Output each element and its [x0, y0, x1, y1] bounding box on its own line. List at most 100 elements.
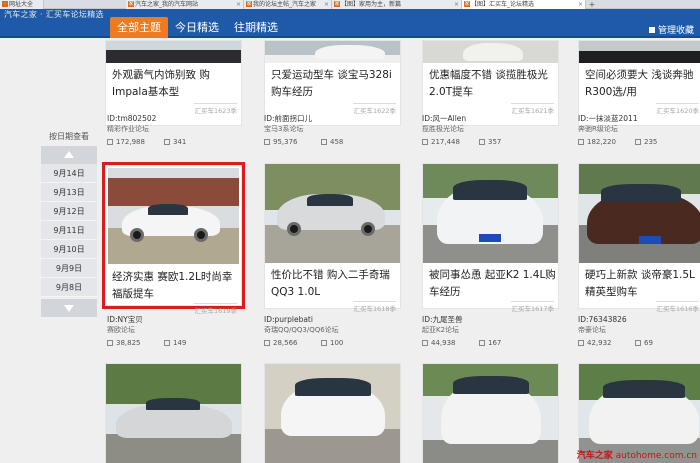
car-photo[interactable]: [265, 164, 400, 263]
favicon-icon: ·: [2, 1, 8, 7]
close-tab-icon[interactable]: ×: [324, 0, 329, 9]
car-photo[interactable]: [423, 41, 558, 63]
favicon-icon: 家: [128, 1, 134, 7]
favicon-icon: 家: [246, 1, 252, 7]
thread-title[interactable]: 被同事怂恿 起亚K2 1.4L购车经历: [429, 267, 557, 301]
thread-meta: ID:tm802502 精彩作业论坛 172,988 341: [107, 113, 244, 148]
thread-card[interactable]: [264, 363, 401, 463]
views-icon: [422, 340, 428, 346]
thread-card-selected[interactable]: 经济实惠 赛欧1.2L时尚幸福版提车 汇买车1619季: [102, 162, 245, 315]
close-tab-icon[interactable]: ×: [578, 0, 583, 9]
author-id[interactable]: ID:前面拐口儿: [264, 113, 401, 124]
thread-card[interactable]: 被同事怂恿 起亚K2 1.4L购车经历 汇买车1617季: [422, 163, 559, 313]
replies-count: 458: [330, 138, 344, 146]
browser-tab-title: 【图】家用为主，新篇: [341, 1, 402, 8]
car-photo[interactable]: [265, 41, 400, 63]
browser-tab[interactable]: 家我的论坛主帖_汽车之家 ×: [244, 0, 332, 9]
tab-all-topics[interactable]: 全部主题: [110, 17, 168, 38]
thread-stats: 28,566 100: [264, 337, 401, 349]
views-icon: [107, 139, 113, 145]
author-id[interactable]: ID:tm802502: [107, 113, 244, 124]
car-photo[interactable]: [265, 364, 400, 463]
author-id[interactable]: ID:purplebati: [264, 314, 401, 325]
car-photo[interactable]: [106, 41, 241, 63]
browser-tab-active[interactable]: 家【图】汇买车_论坛精选 ×: [462, 0, 586, 9]
thread-title[interactable]: 优惠幅度不错 谈揽胜极光2.0T提车: [429, 67, 557, 101]
browser-tab-title: 汽车之家_我的汽车网站: [135, 1, 199, 8]
author-id[interactable]: ID:NY宝贝: [107, 314, 244, 325]
forum-name[interactable]: 奔驰R级论坛: [578, 124, 698, 134]
favicon-icon: 家: [334, 1, 340, 7]
close-tab-icon[interactable]: ×: [454, 0, 459, 9]
views-icon: [264, 340, 270, 346]
season-tag: 汇买车1616季: [656, 301, 699, 313]
thread-card[interactable]: 性价比不错 购入二手奇瑞QQ3 1.0L 汇买车1618季: [264, 163, 401, 313]
new-tab-icon[interactable]: +: [586, 0, 598, 9]
car-photo[interactable]: [423, 164, 558, 263]
forum-name[interactable]: 奇瑞QQ/QQ3/QQ6论坛: [264, 325, 401, 335]
thread-stats: 95,376 458: [264, 136, 401, 148]
watermark-brand: 汽车之家: [576, 451, 613, 461]
views-count: 172,988: [116, 138, 145, 146]
thread-title[interactable]: 外观霸气内饰别致 购Impala基本型: [112, 67, 240, 101]
browser-tab[interactable]: · 网址大全: [0, 0, 44, 9]
views-count: 28,566: [273, 339, 298, 347]
forum-name[interactable]: 宝马3系论坛: [264, 124, 401, 134]
thread-title[interactable]: 只爱运动型车 谈宝马328i购车经历: [271, 67, 399, 101]
date-sidebar-title: 按日期查看: [49, 132, 89, 141]
favicon-icon: 家: [464, 1, 470, 7]
date-item[interactable]: 9月11日: [41, 221, 97, 240]
author-id[interactable]: ID:一抹淡蓝2011: [578, 113, 698, 124]
date-item[interactable]: 9月14日: [41, 164, 97, 183]
thread-title[interactable]: 经济实惠 赛欧1.2L时尚幸福版提车: [112, 269, 240, 303]
replies-icon: [164, 139, 170, 145]
forum-name[interactable]: 赛欧论坛: [107, 325, 244, 335]
thread-card[interactable]: [422, 363, 559, 463]
thread-card[interactable]: 硬巧上新款 谈帝豪1.5L精英型购车 汇买车1616季: [578, 163, 700, 313]
browser-tab[interactable]: 家汽车之家_我的汽车网站 ×: [126, 0, 244, 9]
thread-title[interactable]: 性价比不错 购入二手奇瑞QQ3 1.0L: [271, 267, 399, 301]
thread-meta: ID:九尾圣兽 起亚K2论坛 44,938 167: [422, 314, 559, 349]
replies-count: 167: [488, 339, 502, 347]
forum-name[interactable]: 起亚K2论坛: [422, 325, 559, 335]
car-photo[interactable]: [579, 41, 700, 63]
replies-count: 341: [173, 138, 187, 146]
date-item[interactable]: 9月9日: [41, 259, 97, 278]
author-id[interactable]: ID:76343826: [578, 314, 698, 325]
car-photo[interactable]: [108, 168, 239, 264]
car-photo[interactable]: [106, 364, 241, 463]
manage-label: 管理收藏: [657, 26, 694, 36]
thread-stats: 182,220 235: [578, 136, 698, 148]
tab-today-picks[interactable]: 今日精选: [170, 17, 224, 38]
views-count: 38,825: [116, 339, 141, 347]
replies-icon: [321, 139, 327, 145]
manage-favorites-button[interactable]: 管理收藏: [648, 23, 694, 36]
author-id[interactable]: ID:九尾圣兽: [422, 314, 559, 325]
page: { "browser_tabs": [ {"title": "网址大全", "a…: [0, 0, 700, 463]
date-item[interactable]: 9月10日: [41, 240, 97, 259]
thread-stats: 42,932 69: [578, 337, 698, 349]
scroll-down-button[interactable]: [41, 299, 97, 317]
thread-meta: ID:76343826 帝豪论坛 42,932 69: [578, 314, 698, 349]
date-item[interactable]: 9月8日: [41, 278, 97, 297]
scroll-up-button[interactable]: [41, 146, 97, 164]
browser-tab[interactable]: 家【图】家用为主，新篇 ×: [332, 0, 462, 9]
thread-title[interactable]: 空间必须要大 浅谈奔驰R300选/用: [585, 67, 700, 101]
forum-name[interactable]: 精彩作业论坛: [107, 124, 244, 134]
forum-name[interactable]: 揽胜极光论坛: [422, 124, 559, 134]
thread-title[interactable]: 硬巧上新款 谈帝豪1.5L精英型购车: [585, 267, 700, 301]
author-id[interactable]: ID:风一Allen: [422, 113, 559, 124]
thread-meta: ID:风一Allen 揽胜极光论坛 217,448 357: [422, 113, 559, 148]
forum-name[interactable]: 帝豪论坛: [578, 325, 698, 335]
date-item[interactable]: 9月12日: [41, 202, 97, 221]
browser-tab-strip: · 网址大全 家汽车之家_我的汽车网站 × 家我的论坛主帖_汽车之家 × 家【图】家用…: [0, 0, 700, 9]
replies-icon: [635, 340, 641, 346]
thread-card[interactable]: [105, 363, 242, 463]
thread-meta: ID:NY宝贝 赛欧论坛 38,825 149: [107, 314, 244, 349]
car-photo[interactable]: [579, 164, 700, 263]
car-photo[interactable]: [423, 364, 558, 463]
views-count: 95,376: [273, 138, 298, 146]
date-item[interactable]: 9月13日: [41, 183, 97, 202]
close-tab-icon[interactable]: ×: [236, 0, 241, 9]
tab-past-picks[interactable]: 往期精选: [228, 17, 284, 38]
